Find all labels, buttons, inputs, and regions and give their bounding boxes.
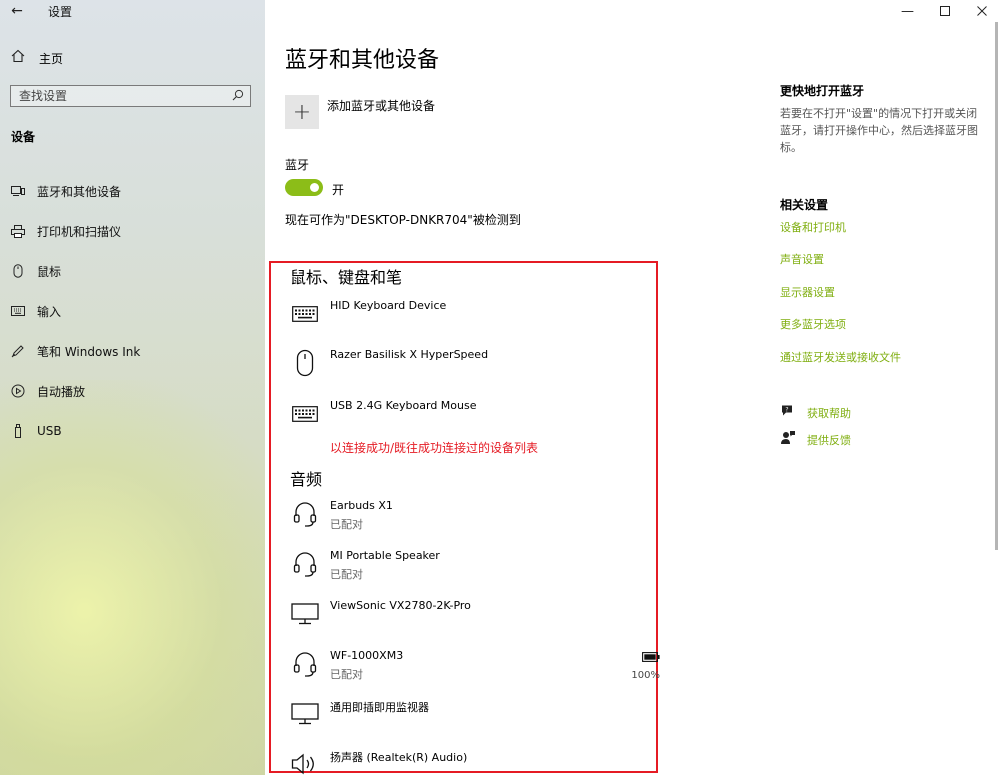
toggle-state: 开 bbox=[332, 183, 345, 197]
printer-icon bbox=[10, 223, 26, 239]
group-title-input: 鼠标、键盘和笔 bbox=[290, 268, 403, 287]
device-item[interactable]: 通用即插即用监视器 bbox=[290, 697, 660, 741]
sidebar-item-label: 打印机和扫描仪 bbox=[37, 224, 122, 239]
add-device-label[interactable]: 添加蓝牙或其他设备 bbox=[327, 97, 435, 114]
add-device-button[interactable]: + bbox=[285, 95, 319, 129]
svg-text:?: ? bbox=[785, 407, 788, 414]
group-title-audio: 音频 bbox=[290, 470, 323, 489]
sidebar-item-bluetooth[interactable]: 蓝牙和其他设备 bbox=[0, 171, 265, 211]
sidebar-item-label: 鼠标 bbox=[37, 264, 62, 279]
mouse-icon bbox=[290, 346, 320, 380]
search-box[interactable] bbox=[10, 85, 251, 107]
device-status: 已配对 bbox=[330, 568, 363, 581]
bluetooth-devices-icon bbox=[10, 183, 26, 199]
get-help-link[interactable]: ? 获取帮助 bbox=[780, 404, 851, 421]
feedback-link[interactable]: 提供反馈 bbox=[780, 430, 851, 449]
sidebar-nav: 蓝牙和其他设备 打印机和扫描仪 鼠标 输入 笔和 Windows Ink 自动播… bbox=[0, 171, 265, 451]
pen-icon bbox=[10, 343, 26, 359]
link-more-bluetooth[interactable]: 更多蓝牙选项 bbox=[780, 316, 846, 332]
device-name: ViewSonic VX2780-2K-Pro bbox=[330, 599, 471, 612]
search-icon[interactable] bbox=[232, 89, 244, 104]
device-name: USB 2.4G Keyboard Mouse bbox=[330, 399, 477, 412]
sidebar-item-mouse[interactable]: 鼠标 bbox=[0, 251, 265, 291]
sidebar-item-usb[interactable]: USB bbox=[0, 411, 265, 451]
speaker-icon bbox=[290, 747, 320, 775]
bluetooth-label: 蓝牙 bbox=[285, 158, 310, 172]
sidebar-item-label: 笔和 Windows Ink bbox=[37, 344, 141, 359]
device-name: HID Keyboard Device bbox=[330, 299, 447, 312]
device-item[interactable]: WF-1000XM3 已配对 100% bbox=[290, 647, 660, 691]
help-icon: ? bbox=[780, 404, 798, 421]
get-help-label: 获取帮助 bbox=[807, 406, 851, 420]
mouse-icon bbox=[10, 263, 26, 279]
battery-indicator: 100% bbox=[620, 647, 660, 681]
sidebar-item-autoplay[interactable]: 自动播放 bbox=[0, 371, 265, 411]
back-arrow-icon[interactable]: ← bbox=[6, 1, 28, 21]
device-item[interactable]: Earbuds X1 已配对 bbox=[290, 497, 660, 541]
headset-icon bbox=[290, 497, 320, 531]
device-name: Razer Basilisk X HyperSpeed bbox=[330, 348, 489, 361]
bluetooth-toggle[interactable] bbox=[285, 179, 323, 196]
device-status: 已配对 bbox=[330, 518, 363, 531]
link-display-settings[interactable]: 显示器设置 bbox=[780, 284, 835, 300]
sidebar-item-printers[interactable]: 打印机和扫描仪 bbox=[0, 211, 265, 251]
search-input[interactable] bbox=[19, 89, 219, 103]
device-name: WF-1000XM3 bbox=[330, 649, 404, 662]
nav-home-label: 主页 bbox=[39, 51, 64, 66]
link-devices-printers[interactable]: 设备和打印机 bbox=[780, 219, 846, 235]
keyboard-icon bbox=[290, 297, 320, 331]
battery-percent: 100% bbox=[631, 670, 660, 681]
battery-icon bbox=[642, 647, 660, 666]
toggle-knob bbox=[310, 183, 319, 192]
related-settings-title: 相关设置 bbox=[780, 198, 829, 212]
nav-home[interactable]: 主页 bbox=[0, 46, 265, 70]
keyboard-icon bbox=[290, 397, 320, 431]
device-item[interactable]: USB 2.4G Keyboard Mouse bbox=[290, 397, 660, 441]
quick-bluetooth-title: 更快地打开蓝牙 bbox=[780, 84, 865, 98]
sidebar: ← 设置 主页 设备 蓝牙和其他设备 打印机和扫描仪 bbox=[0, 0, 265, 775]
link-sound-settings[interactable]: 声音设置 bbox=[780, 251, 824, 267]
monitor-icon bbox=[290, 697, 320, 731]
device-name: 通用即插即用监视器 bbox=[330, 701, 429, 714]
scrollbar[interactable] bbox=[995, 22, 998, 550]
feedback-label: 提供反馈 bbox=[807, 433, 851, 447]
page-title: 蓝牙和其他设备 bbox=[285, 48, 440, 73]
device-item[interactable]: ViewSonic VX2780-2K-Pro bbox=[290, 597, 660, 641]
sidebar-item-label: USB bbox=[37, 424, 62, 438]
headset-icon bbox=[290, 547, 320, 581]
keyboard-icon bbox=[10, 303, 26, 319]
device-name: Earbuds X1 bbox=[330, 499, 393, 512]
feedback-icon bbox=[780, 430, 798, 449]
close-icon[interactable] bbox=[963, 0, 1000, 22]
minimize-icon[interactable]: — bbox=[889, 0, 926, 22]
app-title: 设置 bbox=[48, 4, 73, 19]
sidebar-item-label: 自动播放 bbox=[37, 384, 86, 399]
usb-icon bbox=[10, 423, 26, 439]
title-bar: ← 设置 bbox=[0, 0, 265, 22]
window-controls: — bbox=[889, 0, 1000, 22]
headset-icon bbox=[290, 647, 320, 681]
maximize-icon[interactable] bbox=[926, 0, 963, 22]
link-bluetooth-file-transfer[interactable]: 通过蓝牙发送或接收文件 bbox=[780, 349, 901, 365]
annotation-note: 以连接成功/既往成功连接过的设备列表 bbox=[330, 441, 539, 455]
sidebar-item-pen[interactable]: 笔和 Windows Ink bbox=[0, 331, 265, 371]
device-list-highlight: 鼠标、键盘和笔 HID Keyboard Device Razer Basili… bbox=[269, 261, 660, 775]
device-status: 已配对 bbox=[330, 668, 363, 681]
device-item[interactable]: Razer Basilisk X HyperSpeed bbox=[290, 346, 660, 390]
discoverable-text: 现在可作为"DESKTOP-DNKR704"被检测到 bbox=[285, 213, 521, 227]
device-name: 扬声器 (Realtek(R) Audio) bbox=[330, 751, 468, 764]
section-heading: 设备 bbox=[11, 130, 36, 144]
sidebar-item-typing[interactable]: 输入 bbox=[0, 291, 265, 331]
monitor-icon bbox=[290, 597, 320, 631]
home-icon bbox=[11, 49, 29, 67]
device-name: MI Portable Speaker bbox=[330, 549, 440, 562]
device-item[interactable]: 扬声器 (Realtek(R) Audio) bbox=[290, 747, 660, 775]
autoplay-icon bbox=[10, 383, 26, 399]
device-item[interactable]: HID Keyboard Device bbox=[290, 297, 660, 341]
sidebar-item-label: 输入 bbox=[37, 304, 62, 319]
device-item[interactable]: MI Portable Speaker 已配对 bbox=[290, 547, 660, 591]
sidebar-item-label: 蓝牙和其他设备 bbox=[37, 184, 122, 199]
plus-icon: + bbox=[292, 99, 312, 125]
quick-bluetooth-desc: 若要在不打开"设置"的情况下打开或关闭蓝牙，请打开操作中心，然后选择蓝牙图标。 bbox=[780, 107, 978, 154]
